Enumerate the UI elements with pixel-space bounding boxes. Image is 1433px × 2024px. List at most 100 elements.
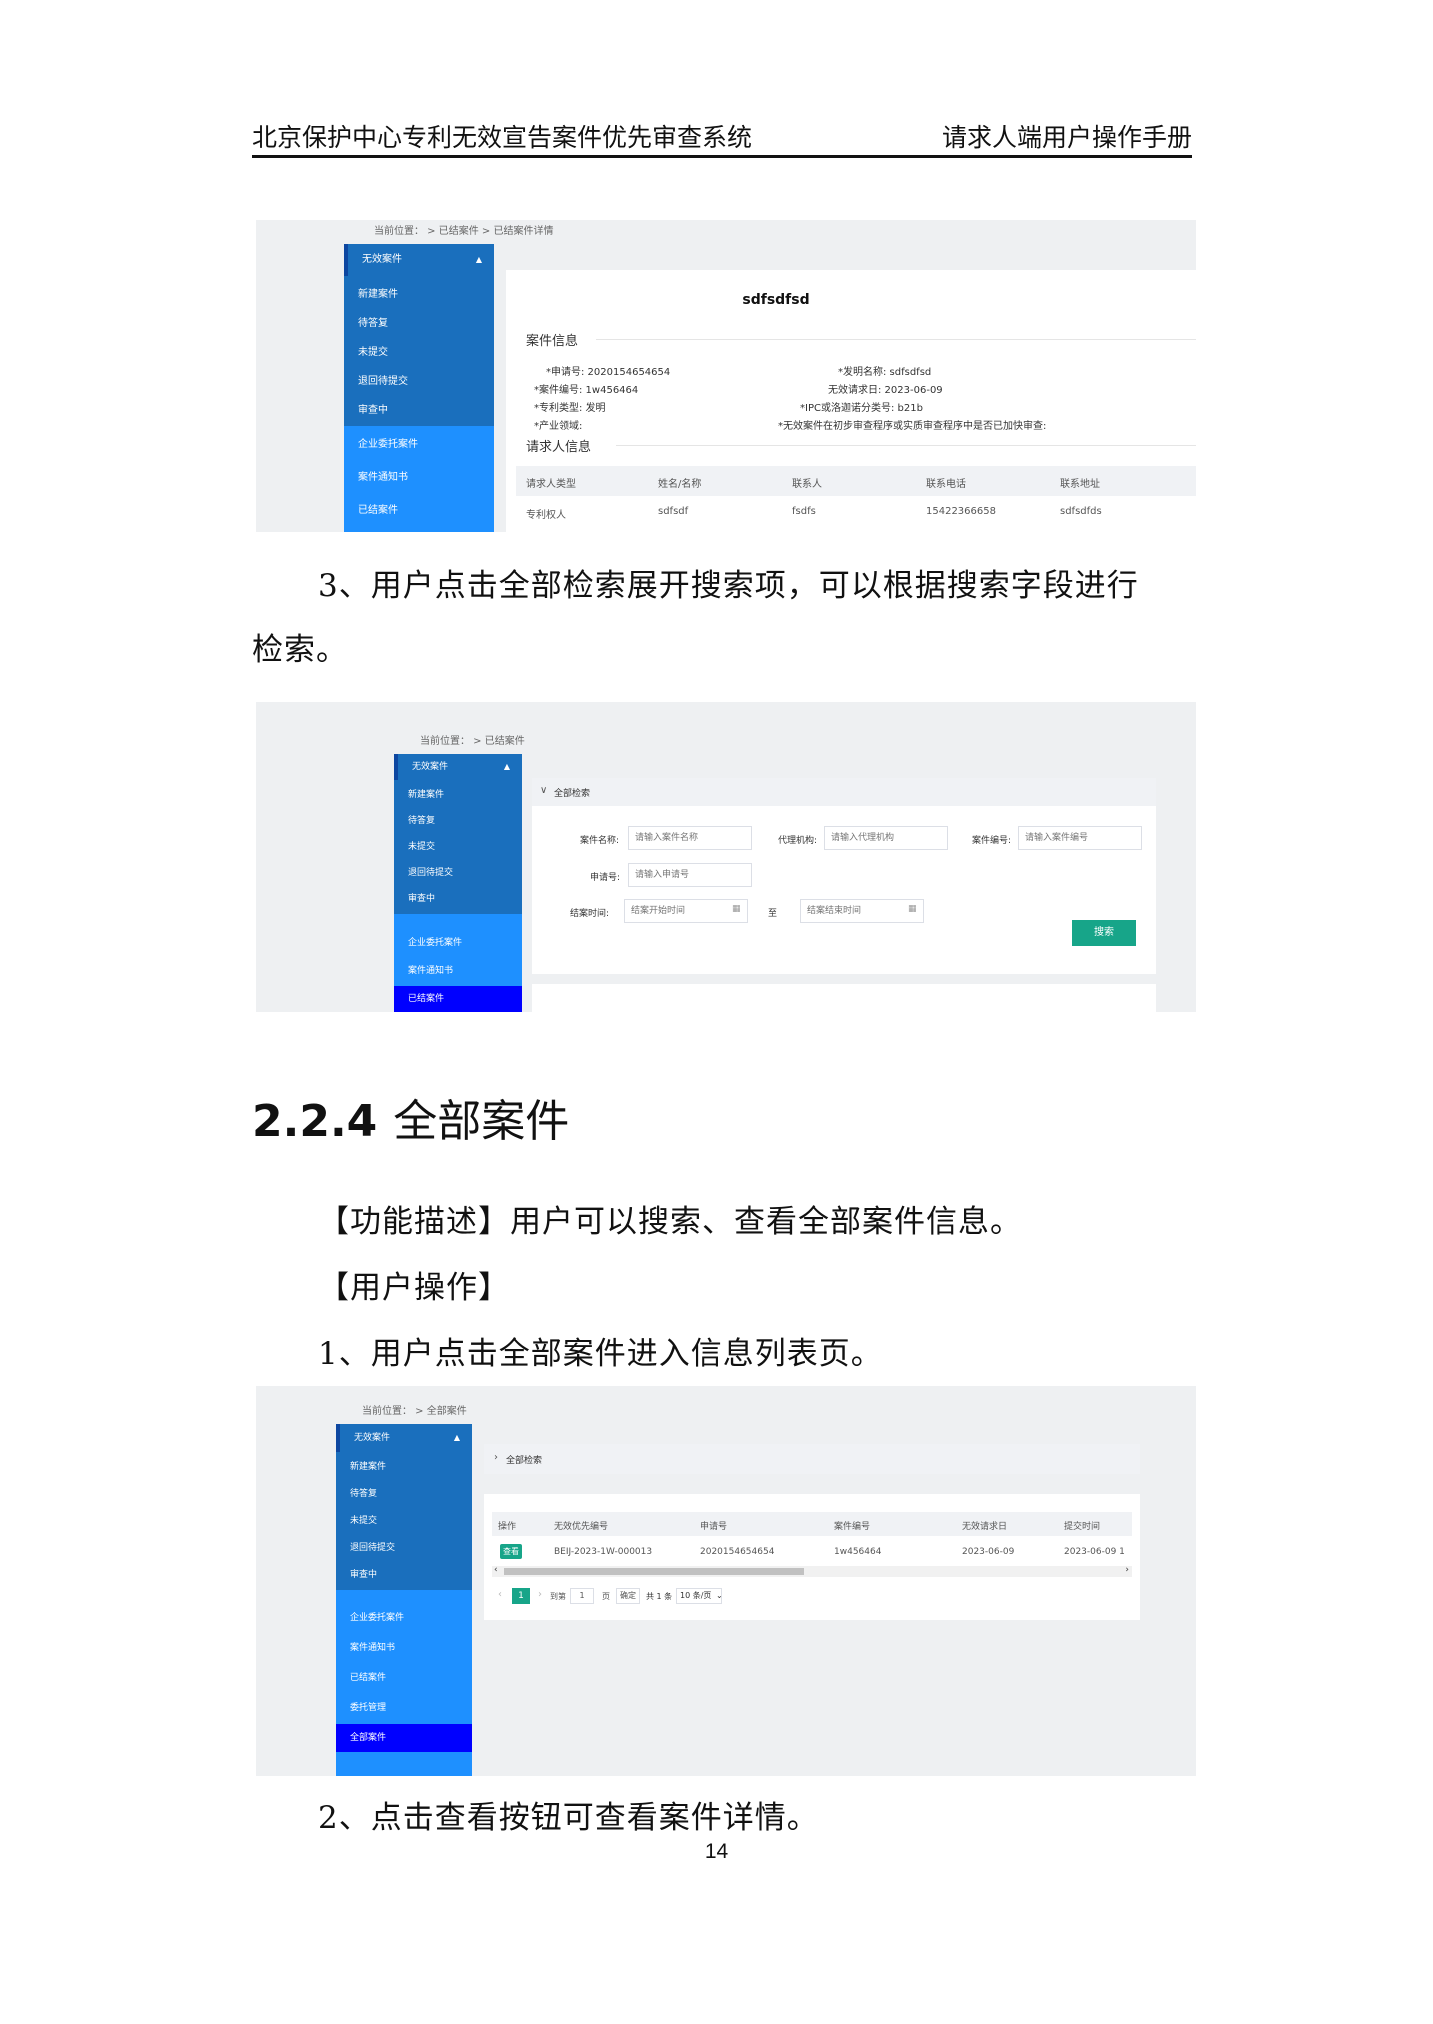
sidebar-item-returned[interactable]: 退回待提交: [344, 368, 494, 396]
view-button[interactable]: 查看: [500, 1544, 522, 1559]
scrollbar-thumb[interactable]: [504, 1568, 804, 1575]
sidebar-item-new-case[interactable]: 新建案件: [394, 782, 522, 808]
paragraph-step1: 1、用户点击全部案件进入信息列表页。: [318, 1336, 883, 1372]
section-heading: 2.2.4 全部案件: [252, 1085, 569, 1149]
next-page-icon[interactable]: ›: [538, 1589, 542, 1600]
sidebar-item-invalid-cases[interactable]: 无效案件 ▲: [344, 244, 494, 276]
calendar-icon: ▦: [908, 904, 917, 914]
sidebar-item-new-case[interactable]: 新建案件: [344, 281, 494, 309]
label-to: 至: [768, 909, 778, 919]
agency-input[interactable]: [824, 826, 948, 850]
sidebar-item-unsubmitted[interactable]: 未提交: [336, 1508, 472, 1535]
section-title: 全部案件: [393, 1096, 570, 1147]
paragraph-user-ops: 【用户操作】: [318, 1270, 510, 1306]
sidebar-item-pending-reply[interactable]: 待答复: [344, 310, 494, 338]
column-header: 姓名/名称: [658, 479, 702, 490]
table-cell: sdfsdf: [658, 506, 689, 517]
sidebar-item-unsubmitted[interactable]: 未提交: [344, 339, 494, 367]
page-current[interactable]: 1: [512, 1588, 530, 1604]
caret-up-icon: ▲: [475, 255, 482, 264]
field-fast-track: *无效案件在初步审查程序或实质审查程序中是否已加快审查:: [778, 421, 1047, 432]
breadcrumb: 当前位置： > 已结案件 > 已结案件详情: [374, 226, 554, 237]
column-header: 联系地址: [1060, 479, 1100, 490]
chevron-down-icon: ⌄: [715, 1591, 723, 1600]
sidebar-item-notices[interactable]: 案件通知书: [344, 463, 494, 493]
screenshot-case-detail: 当前位置： > 已结案件 > 已结案件详情 无效案件 ▲ 新建案件 待答复 未提…: [256, 220, 1196, 532]
sidebar-submenu: 新建案件 待答复 未提交 退回待提交 审查中: [344, 276, 494, 426]
sidebar-item-returned[interactable]: 退回待提交: [336, 1535, 472, 1562]
column-header: 联系人: [792, 479, 822, 490]
paragraph-step2: 2、点击查看按钮可查看案件详情。: [318, 1800, 819, 1836]
caret-up-icon: ▲: [503, 762, 510, 771]
chevron-down-icon: ∨: [540, 785, 548, 796]
confirm-button[interactable]: 确定: [616, 1588, 640, 1604]
sidebar-submenu: 新建案件 待答复 未提交 退回待提交 审查中: [394, 780, 522, 914]
horizontal-scrollbar[interactable]: ‹ ›: [492, 1565, 1132, 1577]
cases-table-panel: 操作 无效优先编号 申请号 案件编号 无效请求日 提交时间 查看 BEIJ-20…: [484, 1494, 1140, 1620]
chevron-right-icon: ›: [494, 1452, 498, 1463]
table-cell: BEIJ-2023-1W-000013: [554, 1547, 653, 1557]
field-request-date: 无效请求日: 2023-06-09: [828, 385, 943, 396]
divider: [596, 339, 1196, 340]
case-no-input[interactable]: [1018, 826, 1142, 850]
sidebar-item-enterprise-cases[interactable]: 企业委托案件: [344, 430, 494, 460]
sidebar-item-closed-cases[interactable]: 已结案件: [336, 1664, 472, 1692]
page-size-value: 10 条/页: [680, 1591, 712, 1600]
screenshot-all-cases: 当前位置： > 全部案件 无效案件 ▲ 新建案件 待答复 未提交 退回待提交 审…: [256, 1386, 1196, 1776]
page-input[interactable]: 1: [570, 1588, 594, 1604]
search-toggle-bar[interactable]: ∨ 全部检索: [532, 778, 1156, 806]
sidebar-item-enterprise-cases[interactable]: 企业委托案件: [336, 1604, 472, 1632]
sidebar-item-delegation[interactable]: 委托管理: [336, 1694, 472, 1722]
total-count: 共 1 条: [646, 1592, 673, 1601]
label-case-name: 案件名称:: [580, 836, 620, 846]
sidebar-item-pending-reply[interactable]: 待答复: [336, 1481, 472, 1508]
paragraph-step3-line1: 3、用户点击全部检索展开搜索项，可以根据搜索字段进行: [318, 568, 1139, 604]
sidebar-item-under-review[interactable]: 审查中: [336, 1562, 472, 1589]
column-header: 联系电话: [926, 479, 966, 490]
search-toggle-label: 全部检索: [554, 789, 591, 799]
sidebar: 无效案件 ▲ 新建案件 待答复 未提交 退回待提交 审查中 企业委托案件 案件通…: [336, 1424, 472, 1776]
search-toggle-panel[interactable]: › 全部检索: [484, 1444, 1140, 1474]
close-start-input[interactable]: [624, 899, 748, 923]
scroll-right-icon: ›: [1125, 1565, 1129, 1575]
sidebar-item-unsubmitted[interactable]: 未提交: [394, 834, 522, 860]
sidebar-item-notices[interactable]: 案件通知书: [336, 1634, 472, 1662]
search-button[interactable]: 搜索: [1072, 920, 1136, 946]
table-cell: 2023-06-09 1: [1064, 1547, 1125, 1557]
caret-up-icon: ▲: [453, 1433, 460, 1442]
table-cell: 15422366658: [926, 506, 996, 517]
close-end-input[interactable]: [800, 899, 924, 923]
column-header: 提交时间: [1064, 1522, 1101, 1532]
column-header: 请求人类型: [526, 479, 576, 490]
sidebar-item-new-case[interactable]: 新建案件: [336, 1454, 472, 1481]
table-cell: 2020154654654: [700, 1547, 775, 1557]
sidebar-item-closed-cases[interactable]: 已结案件: [394, 986, 522, 1012]
sidebar-item-returned[interactable]: 退回待提交: [394, 860, 522, 886]
sidebar-item-invalid-cases[interactable]: 无效案件 ▲: [394, 754, 522, 780]
breadcrumb: 当前位置： > 全部案件: [362, 1406, 467, 1417]
search-panel: ∨ 全部检索 案件名称: 代理机构: 案件编号: 申请号: 结案时间: ▦ 至 …: [532, 778, 1156, 974]
sidebar-item-enterprise-cases[interactable]: 企业委托案件: [394, 930, 522, 956]
page-size-select[interactable]: 10 条/页 ⌄: [676, 1588, 723, 1604]
table-cell: 2023-06-09: [962, 1547, 1015, 1557]
goto-label: 到第: [550, 1592, 566, 1601]
sidebar-item-notices[interactable]: 案件通知书: [394, 958, 522, 984]
prev-page-icon[interactable]: ‹: [498, 1589, 502, 1600]
label-close-time: 结案时间:: [570, 909, 610, 919]
label-agency: 代理机构:: [778, 836, 818, 846]
column-header: 无效请求日: [962, 1522, 1008, 1532]
case-info-heading: 案件信息: [526, 334, 579, 349]
sidebar-item-closed-cases[interactable]: 已结案件: [344, 496, 494, 526]
label-case-no: 案件编号:: [972, 836, 1012, 846]
app-no-input[interactable]: [628, 863, 752, 887]
sidebar-item-invalid-cases[interactable]: 无效案件 ▲: [336, 1424, 472, 1452]
case-name-input[interactable]: [628, 826, 752, 850]
case-title: sdfsdfsd: [742, 292, 810, 308]
header-manual-name: 请求人端用户操作手册: [941, 123, 1192, 152]
sidebar-item-under-review[interactable]: 审查中: [344, 397, 494, 425]
sidebar-item-pending-reply[interactable]: 待答复: [394, 808, 522, 834]
paragraph-step3-line2: 检索。: [252, 632, 348, 668]
sidebar-item-under-review[interactable]: 审查中: [394, 886, 522, 912]
label-app-no: 申请号:: [590, 873, 621, 883]
sidebar-item-all-cases[interactable]: 全部案件: [336, 1724, 472, 1752]
